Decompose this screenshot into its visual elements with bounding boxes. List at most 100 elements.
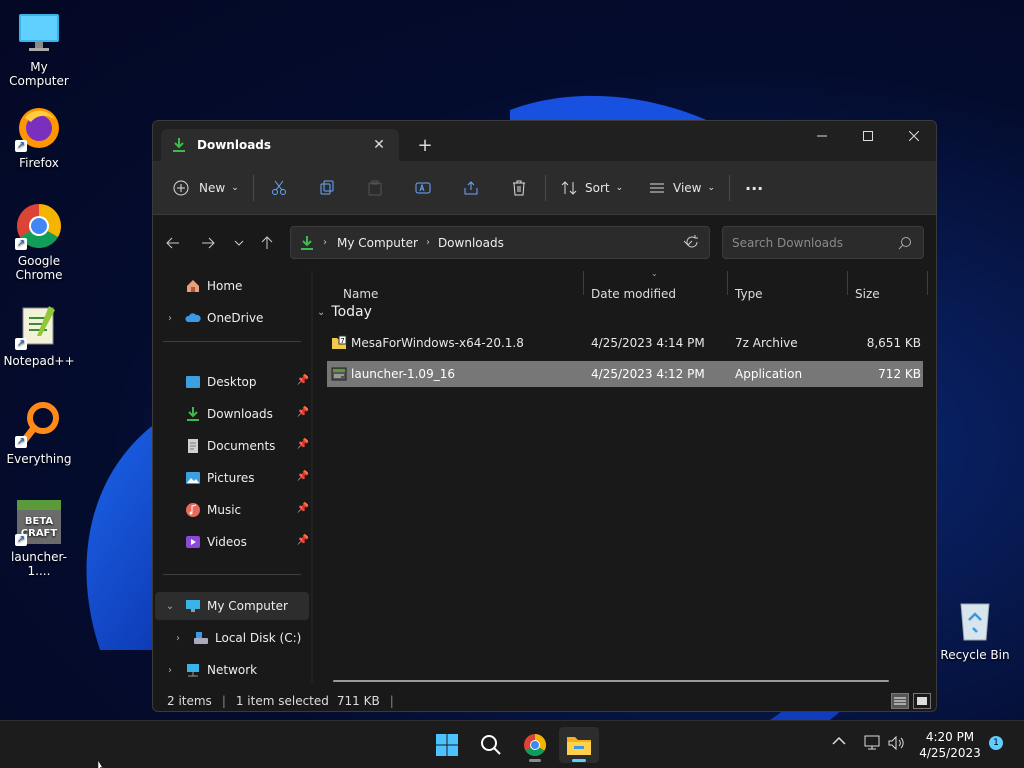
sort-button[interactable]: Sort ⌄	[561, 173, 623, 203]
column-divider[interactable]	[583, 271, 584, 295]
pin-icon[interactable]: 📌	[297, 439, 309, 450]
notepadpp-icon: ↗	[15, 302, 63, 350]
chrome-icon	[524, 734, 546, 756]
column-divider[interactable]	[847, 271, 848, 295]
minimize-button[interactable]	[799, 121, 845, 151]
sidebar-item-label: Home	[207, 279, 243, 293]
volume-tray-icon[interactable]	[888, 735, 906, 754]
sort-icon	[561, 181, 577, 195]
music-icon	[186, 503, 200, 517]
horizontal-scrollbar[interactable]	[333, 680, 889, 682]
sidebar-item-label: OneDrive	[207, 311, 264, 325]
refresh-button[interactable]	[680, 231, 704, 253]
file-name: MesaForWindows-x64-20.1.8	[351, 336, 524, 350]
desktop-icon-recycle-bin[interactable]: Recycle Bin	[936, 596, 1014, 662]
pin-icon[interactable]: 📌	[297, 375, 309, 386]
paste-button[interactable]	[367, 173, 383, 203]
sidebar-item-label: Downloads	[207, 407, 273, 421]
sidebar-item-home[interactable]: Home	[163, 272, 309, 300]
recent-locations-button[interactable]	[227, 233, 251, 253]
start-button[interactable]	[427, 727, 467, 763]
column-divider[interactable]	[927, 271, 928, 295]
chevron-right-icon[interactable]: ›	[163, 313, 177, 324]
sidebar-item-onedrive[interactable]: › OneDrive	[163, 304, 309, 332]
notification-badge[interactable]: 1	[989, 736, 1003, 750]
new-tab-button[interactable]: +	[413, 133, 437, 157]
pin-icon[interactable]: 📌	[297, 535, 309, 546]
pin-icon[interactable]: 📌	[297, 471, 309, 482]
document-icon	[188, 439, 198, 453]
sidebar-item-desktop[interactable]: Desktop 📌	[163, 368, 309, 396]
file-row-selected[interactable]: launcher-1.09_16 4/25/2023 4:12 PM Appli…	[327, 361, 923, 387]
delete-button[interactable]	[511, 173, 527, 203]
desktop-icon-chrome[interactable]: ↗ Google Chrome	[0, 202, 78, 282]
download-icon	[187, 407, 199, 421]
desktop-icon-notepadpp[interactable]: ↗ Notepad++	[0, 302, 78, 368]
search-input[interactable]	[732, 235, 892, 250]
details-view-button[interactable]	[891, 693, 909, 709]
shortcut-arrow-icon: ↗	[15, 238, 27, 250]
show-hidden-icons-button[interactable]	[832, 735, 846, 749]
sidebar-item-music[interactable]: Music 📌	[163, 496, 309, 524]
network-tray-icon[interactable]	[864, 735, 882, 754]
up-button[interactable]	[255, 233, 279, 253]
sidebar-item-network[interactable]: › Network	[163, 656, 309, 684]
refresh-icon	[686, 235, 698, 248]
pin-icon[interactable]: 📌	[297, 407, 309, 418]
toolbar-divider	[545, 175, 546, 201]
sidebar-item-videos[interactable]: Videos 📌	[163, 528, 309, 556]
more-options-button[interactable]: ···	[745, 173, 763, 203]
address-bar[interactable]: › My Computer › Downloads	[290, 226, 710, 259]
share-button[interactable]	[463, 173, 479, 203]
clock-date: 4/25/2023	[919, 746, 981, 760]
desktop-icon-my-computer[interactable]: My Computer	[0, 8, 78, 88]
new-label: New	[199, 181, 226, 195]
chevron-down-icon	[234, 240, 244, 246]
chevron-right-icon[interactable]: ›	[163, 665, 177, 676]
forward-button[interactable]	[196, 233, 220, 253]
sidebar-item-documents[interactable]: Documents 📌	[163, 432, 309, 460]
sidebar-item-my-computer[interactable]: ⌄ My Computer	[155, 592, 309, 620]
chevron-down-icon[interactable]: ⌄	[163, 601, 177, 612]
tab-downloads[interactable]: Downloads ✕	[161, 129, 399, 161]
network-icon	[187, 664, 199, 677]
breadcrumb-my-computer[interactable]: My Computer	[337, 236, 418, 250]
clock[interactable]: 4:20 PM 4/25/2023	[912, 729, 988, 761]
column-header-date[interactable]: Date modified	[591, 279, 676, 309]
sidebar-item-local-disk[interactable]: › Local Disk (C:)	[171, 624, 317, 652]
sidebar-divider	[163, 574, 301, 575]
new-button[interactable]: New ⌄	[173, 173, 239, 203]
search-box[interactable]	[722, 226, 924, 259]
pin-icon[interactable]: 📌	[297, 503, 309, 514]
sidebar-item-label: My Computer	[207, 599, 288, 613]
rename-button[interactable]	[415, 173, 431, 203]
desktop-icon-everything[interactable]: ↗ Everything	[0, 400, 78, 466]
sidebar-item-downloads[interactable]: Downloads 📌	[163, 400, 309, 428]
close-tab-icon[interactable]: ✕	[367, 133, 391, 157]
close-window-button[interactable]	[891, 121, 936, 151]
sidebar-splitter[interactable]	[311, 271, 313, 683]
cut-button[interactable]	[271, 173, 287, 203]
chrome-taskbar-button[interactable]	[515, 727, 555, 763]
column-divider[interactable]	[727, 271, 728, 295]
search-taskbar-button[interactable]	[471, 727, 511, 763]
group-header-today[interactable]: ⌄ Today	[317, 304, 372, 320]
desktop-icon-firefox[interactable]: ↗ Firefox	[0, 104, 78, 170]
view-button[interactable]: View ⌄	[649, 173, 715, 203]
file-row[interactable]: 7 MesaForWindows-x64-20.1.8 4/25/2023 4:…	[327, 330, 923, 356]
back-button[interactable]	[161, 233, 185, 253]
chevron-right-icon[interactable]: ›	[171, 633, 185, 644]
firefox-icon: ↗	[15, 104, 63, 152]
column-header-type[interactable]: Type	[735, 279, 763, 309]
share-icon	[464, 181, 478, 195]
sidebar-item-pictures[interactable]: Pictures 📌	[163, 464, 309, 492]
betacraft-icon: BETA CRAFT ↗	[15, 498, 63, 546]
copy-button[interactable]	[319, 173, 335, 203]
column-header-size[interactable]: Size	[855, 279, 880, 309]
file-explorer-taskbar-button[interactable]	[559, 727, 599, 763]
desktop-icon-launcher[interactable]: BETA CRAFT ↗ launcher-1....	[0, 498, 78, 578]
breadcrumb-downloads[interactable]: Downloads	[438, 236, 504, 250]
windows-logo-icon	[436, 734, 458, 756]
large-icons-view-button[interactable]	[913, 693, 931, 709]
maximize-button[interactable]	[845, 121, 891, 151]
